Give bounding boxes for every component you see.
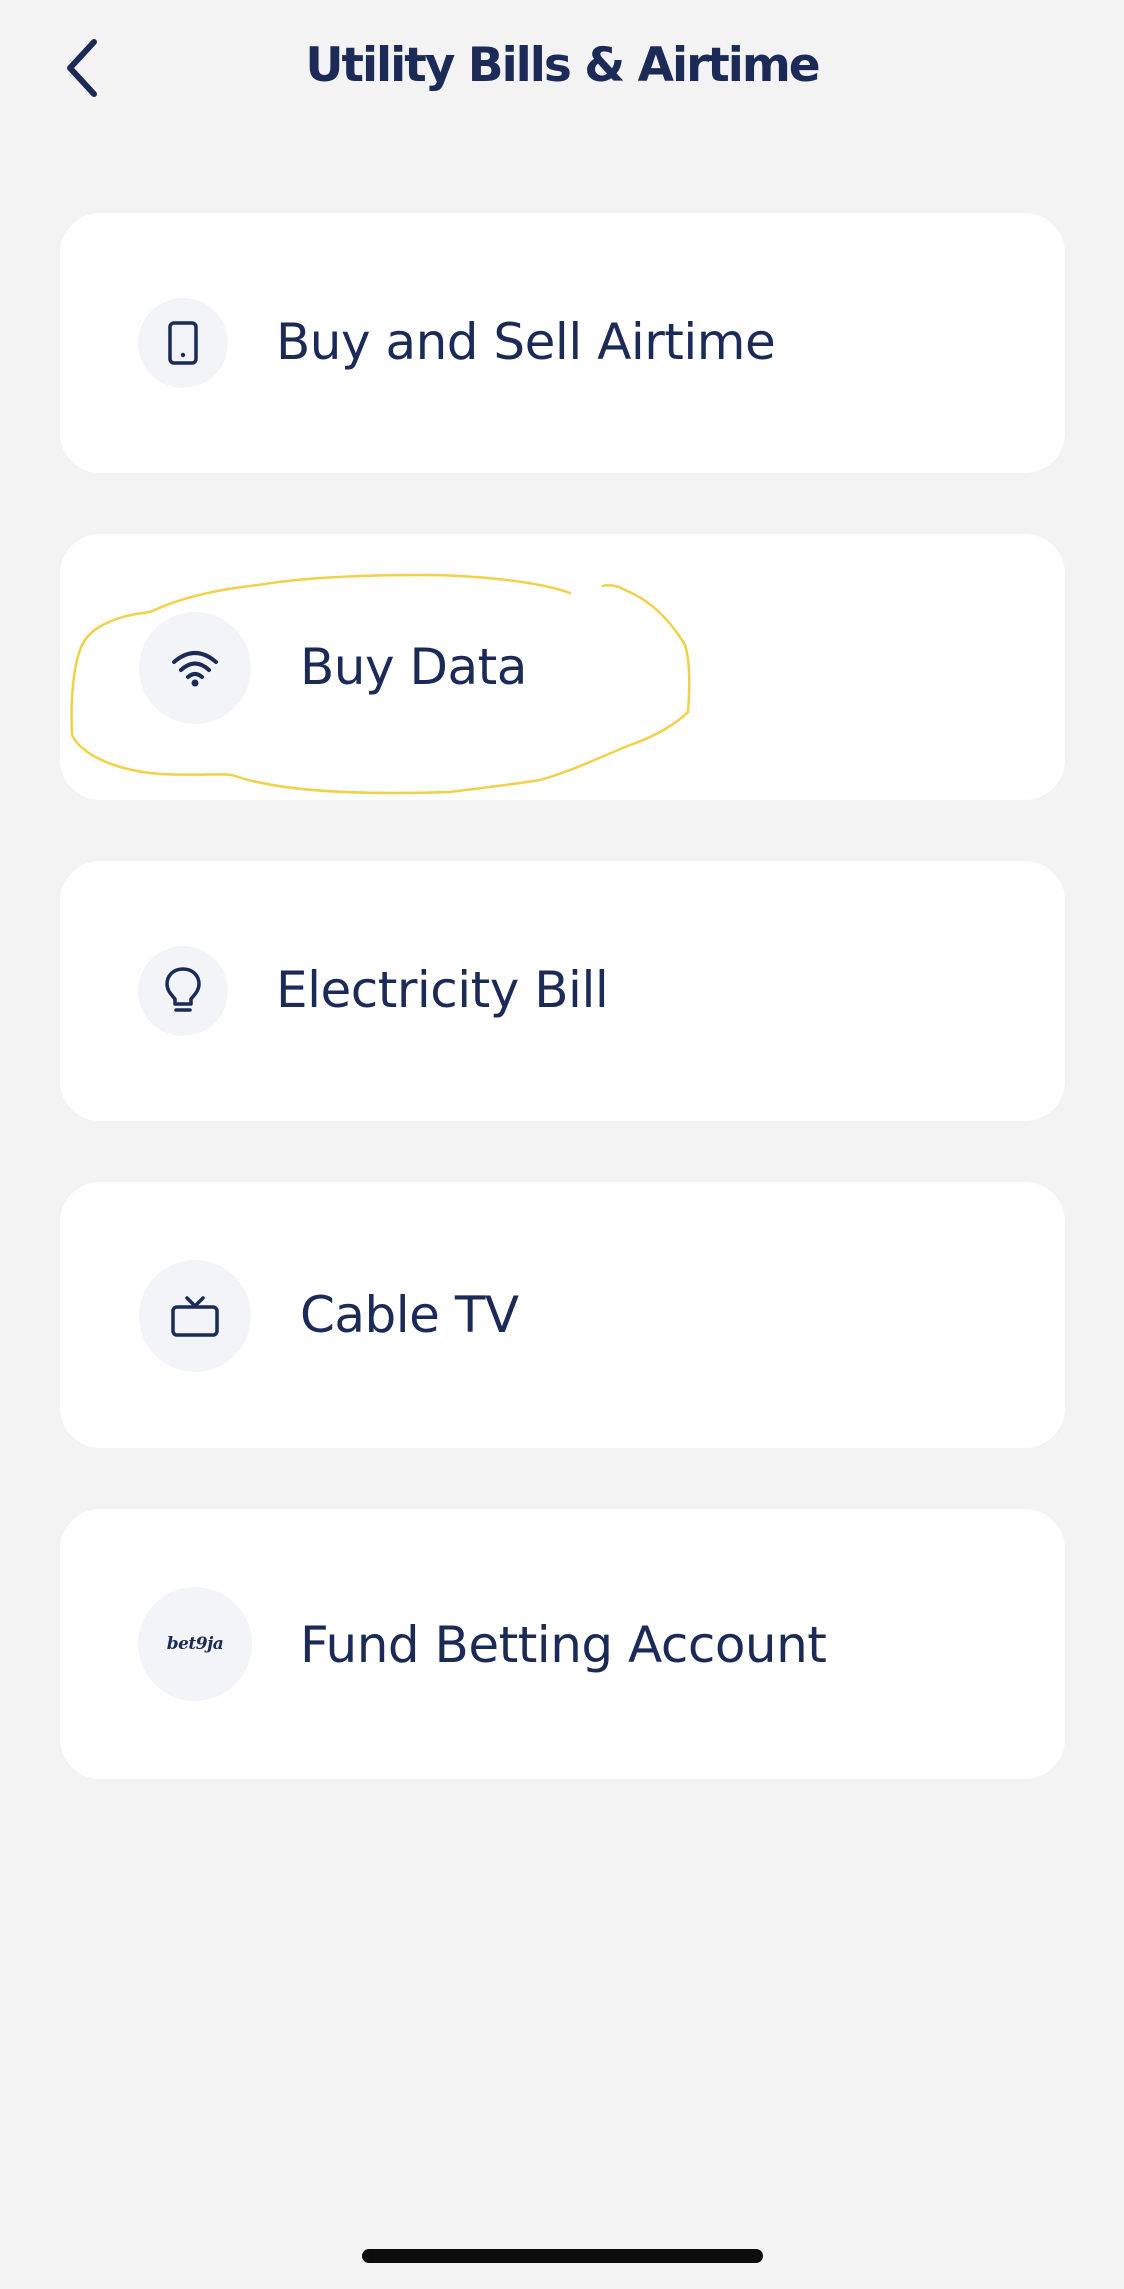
icon-circle	[139, 612, 251, 724]
icon-circle	[138, 946, 228, 1036]
service-label: Buy and Sell Airtime	[276, 313, 776, 371]
service-item-electricity[interactable]: Electricity Bill	[60, 861, 1065, 1121]
tv-icon	[171, 1296, 219, 1337]
service-label: Electricity Bill	[276, 961, 609, 1019]
icon-circle	[139, 1260, 251, 1372]
service-label: Cable TV	[300, 1286, 519, 1344]
service-label: Fund Betting Account	[300, 1616, 827, 1674]
icon-circle	[138, 298, 228, 388]
bet9ja-logo: bet9ja	[166, 1634, 224, 1654]
smartphone-icon	[168, 321, 198, 365]
home-indicator[interactable]	[362, 2249, 763, 2263]
service-label: Buy Data	[300, 638, 527, 696]
service-item-betting[interactable]: bet9ja Fund Betting Account	[60, 1509, 1065, 1779]
lightbulb-icon	[165, 967, 201, 1012]
wifi-icon	[172, 651, 218, 687]
service-item-data[interactable]: Buy Data	[60, 534, 1065, 800]
header: Utility Bills & Airtime	[0, 0, 1124, 140]
icon-circle: bet9ja	[138, 1587, 252, 1701]
service-item-airtime[interactable]: Buy and Sell Airtime	[60, 213, 1065, 473]
page-title: Utility Bills & Airtime	[305, 38, 820, 93]
service-item-cable-tv[interactable]: Cable TV	[60, 1182, 1065, 1448]
